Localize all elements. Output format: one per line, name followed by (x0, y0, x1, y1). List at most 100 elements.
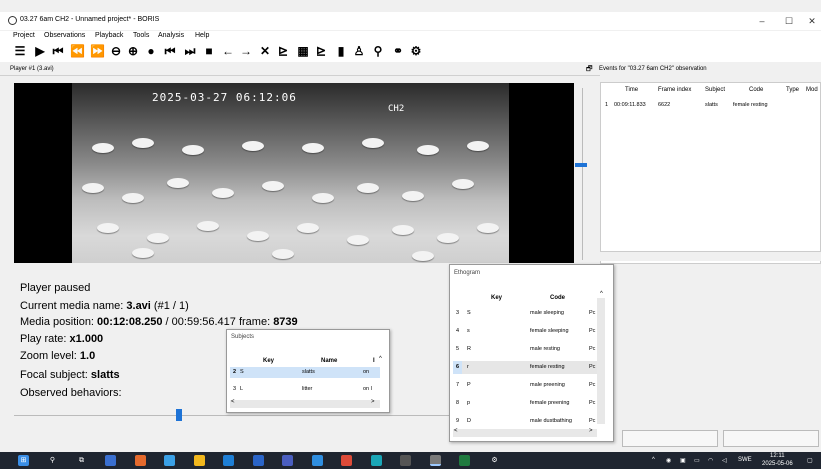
tray-icon[interactable]: ▣ (680, 457, 686, 464)
edge-icon[interactable] (371, 455, 382, 466)
subject-key[interactable]: S (240, 369, 244, 375)
settings-icon[interactable]: ⚙ (489, 455, 500, 466)
undock-icon[interactable]: 🗗 (586, 65, 593, 76)
menu-tools[interactable]: Tools (133, 32, 149, 39)
search-icon[interactable]: ⚲ (372, 44, 384, 58)
col-subject[interactable]: Subject (705, 87, 725, 93)
minimize-button[interactable]: – (752, 14, 772, 28)
scroll-up-icon[interactable]: ^ (379, 356, 382, 362)
scroll-right-icon[interactable]: > (371, 399, 375, 405)
binoculars-icon[interactable]: ⚭ (392, 44, 404, 58)
tray-icon[interactable]: ▭ (694, 457, 700, 464)
volume-icon[interactable]: ◁ (722, 457, 727, 464)
subject-name[interactable]: slatts (302, 369, 315, 375)
step-back-icon[interactable]: ⏮ (52, 44, 64, 58)
subjects-window[interactable]: Subjects Key Name I ^ 2 S slatts on 3 L … (226, 329, 390, 413)
position-slider-handle[interactable] (176, 409, 182, 421)
ethogram-code[interactable]: female sleeping (530, 328, 569, 334)
fast-forward-icon[interactable]: ⏩ (90, 44, 105, 58)
windows-start-icon[interactable]: ⊞ (18, 455, 29, 466)
ethogram-col-code[interactable]: Code (550, 295, 565, 301)
scroll-left-icon[interactable]: < (454, 428, 458, 434)
boris-taskbar-icon[interactable] (430, 455, 441, 466)
histogram-icon[interactable]: ▮ (335, 44, 347, 58)
task-view-icon[interactable]: ⧉ (76, 455, 87, 466)
person-icon[interactable]: ♙ (353, 44, 365, 58)
scroll-right-icon[interactable]: > (589, 428, 593, 434)
subjects-col-name[interactable]: Name (321, 358, 337, 364)
selected-ethogram-row[interactable] (453, 361, 597, 374)
menu-playback[interactable]: Playback (95, 32, 123, 39)
minus-circle-icon[interactable]: ⊖ (110, 44, 122, 58)
subject-key[interactable]: L (240, 386, 243, 392)
maximize-button[interactable]: ☐ (779, 14, 799, 28)
notifications-icon[interactable]: ▢ (807, 457, 813, 464)
subjects-horizontal-scrollbar[interactable] (230, 400, 380, 408)
close-icon[interactable]: ✕ (259, 44, 271, 58)
excel-icon[interactable] (459, 455, 470, 466)
record-icon[interactable]: ● (145, 44, 157, 58)
ethogram-type[interactable]: Pc (589, 382, 595, 388)
arrow-right-icon[interactable]: → (240, 44, 252, 58)
ethogram-type[interactable]: Pc (589, 328, 595, 334)
volume-slider-track[interactable] (582, 88, 583, 260)
ethogram-code[interactable]: male dustbathing (530, 418, 572, 424)
event-subject[interactable]: slatts (705, 102, 718, 108)
menu-observations[interactable]: Observations (44, 32, 85, 39)
ethogram-type[interactable]: Pc (589, 364, 595, 370)
word-icon[interactable] (253, 455, 264, 466)
ethogram-code[interactable]: female resting (530, 364, 565, 370)
event-time[interactable]: 00:09:11.833 (614, 102, 646, 108)
col-frame-index[interactable]: Frame index (658, 87, 691, 93)
close-button[interactable]: ✕ (802, 14, 821, 28)
arrow-left-icon[interactable]: ← (222, 44, 234, 58)
ethogram-key[interactable]: p (467, 400, 470, 406)
ethogram-key[interactable]: r (467, 364, 469, 370)
search-icon[interactable]: ⚲ (47, 455, 58, 466)
ethogram-type[interactable]: Pc (589, 310, 595, 316)
col-time[interactable]: Time (625, 87, 638, 93)
ethogram-key[interactable]: s (467, 328, 470, 334)
col-mod[interactable]: Mod (806, 87, 818, 93)
ethogram-key[interactable]: R (467, 346, 471, 352)
app-icon[interactable] (105, 455, 116, 466)
ethogram-code[interactable]: female preening (530, 400, 569, 406)
app-icon[interactable] (400, 455, 411, 466)
tray-icon[interactable]: ◉ (666, 457, 671, 464)
line-chart-icon[interactable]: ⊵ (315, 44, 327, 58)
grid-icon[interactable]: ▦ (297, 44, 309, 58)
events-table[interactable]: Time Frame index Subject Code Type Mod 1… (600, 82, 821, 264)
ethogram-key[interactable]: D (467, 418, 471, 424)
event-frame[interactable]: 6622 (658, 102, 670, 108)
app-icon[interactable] (223, 455, 234, 466)
scroll-left-icon[interactable]: < (231, 399, 235, 405)
ethogram-code[interactable]: male sleeping (530, 310, 564, 316)
file-explorer-icon[interactable] (194, 455, 205, 466)
col-code[interactable]: Code (749, 87, 763, 93)
wifi-icon[interactable]: ◠ (708, 457, 713, 464)
app-icon[interactable] (135, 455, 146, 466)
ethogram-window[interactable]: Ethogram Key Code ^ 3 S male sleeping Pc… (449, 264, 614, 442)
skip-forward-icon[interactable]: ⏭ (184, 44, 196, 58)
ethogram-type[interactable]: Pc (589, 418, 595, 424)
play-icon[interactable]: ▶ (34, 44, 46, 58)
events-horizontal-scrollbar[interactable] (600, 251, 821, 261)
skip-back-icon[interactable]: ⏮ (164, 44, 176, 58)
subject-name[interactable]: litter (302, 386, 312, 392)
ethogram-code[interactable]: male preening (530, 382, 565, 388)
ethogram-vertical-scrollbar[interactable] (597, 298, 605, 424)
scroll-up-icon[interactable]: ^ (600, 291, 603, 297)
col-type[interactable]: Type (786, 87, 799, 93)
ethogram-col-key[interactable]: Key (491, 295, 502, 301)
ethogram-code[interactable]: male resting (530, 346, 560, 352)
chrome-icon[interactable] (341, 455, 352, 466)
subject-desc[interactable]: on l (363, 386, 372, 392)
tray-chevron-icon[interactable]: ^ (652, 457, 655, 463)
subjects-col-key[interactable]: Key (263, 358, 274, 364)
ethogram-key[interactable]: S (467, 310, 471, 316)
ethogram-type[interactable]: Pc (589, 346, 595, 352)
subjects-col-desc[interactable]: I (373, 358, 375, 364)
ethogram-key[interactable]: P (467, 382, 471, 388)
clock-date[interactable]: 2025-05-06 (762, 461, 793, 467)
ethogram-horizontal-scrollbar[interactable] (453, 429, 597, 437)
